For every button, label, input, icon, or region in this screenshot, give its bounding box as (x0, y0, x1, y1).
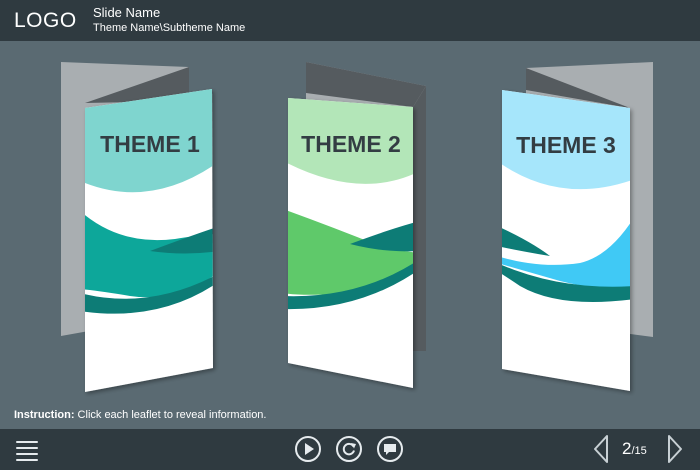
play-button[interactable] (295, 436, 321, 462)
page-total: /15 (631, 445, 647, 457)
instruction-text: Click each leaflet to reveal information… (74, 409, 267, 421)
instruction: Instruction: Click each leaflet to revea… (14, 409, 266, 421)
page-indicator: 2/15 (622, 439, 647, 459)
leaflet-area: THEME 1 THEME 2 THEME 3 (0, 41, 700, 401)
leaflet-theme-1[interactable] (61, 62, 220, 392)
play-icon (305, 443, 314, 455)
prev-arrow-icon[interactable] (592, 434, 610, 464)
theme-path: Theme Name\Subtheme Name (93, 22, 246, 34)
menu-icon[interactable] (16, 441, 38, 461)
instruction-label: Instruction: (14, 409, 75, 421)
comment-button[interactable] (377, 436, 403, 462)
bottom-bar: 2/15 (0, 429, 700, 470)
slide-name: Slide Name (93, 5, 161, 20)
replay-button[interactable] (336, 436, 362, 462)
replay-icon (342, 442, 356, 456)
slide-player: LOGO Slide Name Theme Name\Subtheme Name (0, 0, 700, 470)
leaflet-theme-3[interactable] (497, 62, 653, 391)
next-arrow-icon[interactable] (666, 434, 684, 464)
logo: LOGO (14, 9, 77, 32)
comment-icon (384, 444, 396, 455)
top-bar: LOGO Slide Name Theme Name\Subtheme Name (0, 0, 700, 41)
leaflet-theme-2[interactable] (283, 62, 426, 388)
